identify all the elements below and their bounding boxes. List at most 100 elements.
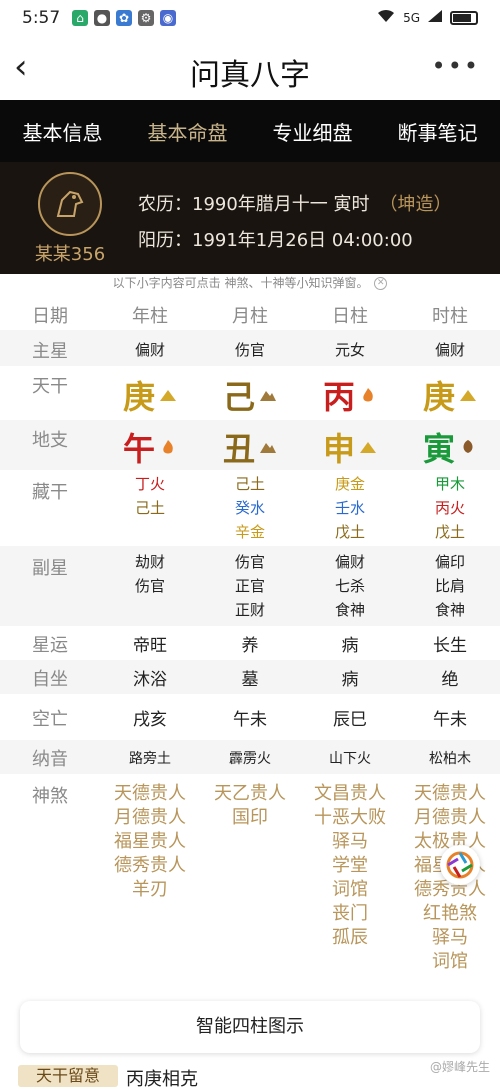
shensha-day: 文昌贵人 十恶大败 驿马 学堂 词馆 丧门 孤辰 <box>300 782 400 950</box>
star-fortune-month[interactable]: 养 <box>200 631 300 656</box>
shensha-item[interactable]: 十恶大败 <box>300 806 400 830</box>
row-label: 神煞 <box>32 786 68 807</box>
lunar-date-text: 农历：1990年腊月十一 寅时 <box>138 194 370 215</box>
signal-label: 5G <box>403 10 420 25</box>
stem-notice-text[interactable]: 丙庚相克 <box>126 1065 198 1091</box>
metal-icon <box>360 442 376 453</box>
col-header-hour: 时柱 <box>432 306 468 327</box>
main-star-day[interactable]: 元女 <box>300 339 400 360</box>
shensha-item[interactable]: 天德贵人 <box>400 782 500 806</box>
tab-basic-info[interactable]: 基本信息 <box>0 117 125 146</box>
sub-star[interactable]: 偏财 <box>300 550 400 574</box>
hidden-stem[interactable]: 庚金 <box>300 472 400 496</box>
nayin-year[interactable]: 路旁土 <box>100 748 200 768</box>
self-seat-day[interactable]: 病 <box>300 665 400 690</box>
sub-star[interactable]: 正财 <box>200 598 300 622</box>
sub-star[interactable]: 劫财 <box>100 550 200 574</box>
star-fortune-hour[interactable]: 长生 <box>400 631 500 656</box>
shensha-item[interactable]: 驿马 <box>400 926 500 950</box>
stem-day[interactable]: 丙 <box>300 372 400 418</box>
stem-char: 己 <box>222 378 255 416</box>
self-seat-month[interactable]: 墓 <box>200 665 300 690</box>
sub-star[interactable]: 比肩 <box>400 574 500 598</box>
smart-pillars-button[interactable]: 智能四柱图示 <box>20 1001 480 1053</box>
stem-hour[interactable]: 庚 <box>400 372 500 418</box>
sub-star[interactable]: 食神 <box>400 598 500 622</box>
branch-day[interactable]: 申 <box>300 424 400 470</box>
main-star-year[interactable]: 偏财 <box>100 339 200 360</box>
void-month[interactable]: 午未 <box>200 705 300 730</box>
hidden-stem[interactable]: 戊土 <box>400 520 500 544</box>
tab-notes[interactable]: 断事笔记 <box>375 117 500 146</box>
self-seat-hour[interactable]: 绝 <box>400 665 500 690</box>
fire-icon <box>163 440 173 454</box>
shensha-item[interactable]: 福星贵人 <box>100 830 200 854</box>
hidden-stems-year: 丁火 己土 <box>100 472 200 520</box>
sub-star[interactable]: 食神 <box>300 598 400 622</box>
hidden-stem[interactable]: 癸水 <box>200 496 300 520</box>
shensha-item[interactable]: 学堂 <box>300 854 400 878</box>
stem-year[interactable]: 庚 <box>100 372 200 418</box>
settings-notification-icon: ⚙ <box>138 10 154 26</box>
solar-date: 阳历：1991年1月26日 04:00:00 <box>138 230 413 251</box>
shensha-item[interactable]: 天乙贵人 <box>200 782 300 806</box>
shensha-item[interactable]: 月德贵人 <box>400 806 500 830</box>
void-hour[interactable]: 午未 <box>400 705 500 730</box>
shensha-item[interactable]: 丧门 <box>300 902 400 926</box>
shensha-item[interactable]: 月德贵人 <box>100 806 200 830</box>
shensha-month: 天乙贵人 国印 <box>200 782 300 830</box>
hidden-stem[interactable]: 丁火 <box>100 472 200 496</box>
void-year[interactable]: 戌亥 <box>100 705 200 730</box>
shensha-item[interactable]: 词馆 <box>300 878 400 902</box>
hidden-stem[interactable]: 辛金 <box>200 520 300 544</box>
nayin-hour[interactable]: 松柏木 <box>400 748 500 768</box>
profile-name: 某某356 <box>34 244 106 265</box>
hidden-stem[interactable]: 己土 <box>100 496 200 520</box>
row-void: 空亡 戌亥 午未 辰巳 午未 <box>0 694 500 740</box>
tab-pro-chart[interactable]: 专业细盘 <box>250 117 375 146</box>
void-day[interactable]: 辰巳 <box>300 705 400 730</box>
avatar[interactable] <box>38 172 102 236</box>
nayin-month[interactable]: 霹雳火 <box>200 748 300 768</box>
shensha-item[interactable]: 德秀贵人 <box>100 854 200 878</box>
metal-icon <box>160 390 176 401</box>
sub-stars-day: 偏财 七杀 食神 <box>300 550 400 622</box>
stem-month[interactable]: 己 <box>200 372 300 418</box>
star-fortune-day[interactable]: 病 <box>300 631 400 656</box>
star-fortune-year[interactable]: 帝旺 <box>100 631 200 656</box>
shensha-item[interactable]: 文昌贵人 <box>300 782 400 806</box>
close-tip-icon[interactable]: ✕ <box>374 277 388 290</box>
stem-notice-bar: 天干留意 丙庚相克 <box>0 1062 500 1090</box>
hidden-stem[interactable]: 丙火 <box>400 496 500 520</box>
main-star-month[interactable]: 伤官 <box>200 339 300 360</box>
notification-icons: ⌂ ● ✿ ⚙ ◉ <box>72 10 176 26</box>
main-star-hour[interactable]: 偏财 <box>400 339 500 360</box>
sub-star[interactable]: 偏印 <box>400 550 500 574</box>
status-bar: 5:57 ⌂ ● ✿ ⚙ ◉ 5G <box>0 0 500 38</box>
nayin-day[interactable]: 山下火 <box>300 748 400 768</box>
sub-star[interactable]: 七杀 <box>300 574 400 598</box>
tab-basic-chart[interactable]: 基本命盘 <box>125 117 250 146</box>
hidden-stem[interactable]: 己土 <box>200 472 300 496</box>
branch-month[interactable]: 丑 <box>200 424 300 470</box>
more-icon[interactable]: ••• <box>432 52 480 80</box>
shensha-item[interactable]: 词馆 <box>400 950 500 974</box>
branch-year[interactable]: 午 <box>100 424 200 470</box>
sub-star[interactable]: 正官 <box>200 574 300 598</box>
self-seat-year[interactable]: 沐浴 <box>100 665 200 690</box>
hidden-stem[interactable]: 甲木 <box>400 472 500 496</box>
sub-star[interactable]: 伤官 <box>100 574 200 598</box>
hidden-stem[interactable]: 戊土 <box>300 520 400 544</box>
branch-hour[interactable]: 寅 <box>400 424 500 470</box>
branch-char: 申 <box>322 430 355 468</box>
floating-shutter-button[interactable] <box>440 845 480 885</box>
shensha-item[interactable]: 天德贵人 <box>100 782 200 806</box>
shensha-item[interactable]: 羊刃 <box>100 878 200 902</box>
shensha-item[interactable]: 红艳煞 <box>400 902 500 926</box>
shensha-item[interactable]: 国印 <box>200 806 300 830</box>
shensha-item[interactable]: 孤辰 <box>300 926 400 950</box>
col-header-year: 年柱 <box>132 306 168 327</box>
shensha-item[interactable]: 驿马 <box>300 830 400 854</box>
sub-star[interactable]: 伤官 <box>200 550 300 574</box>
hidden-stem[interactable]: 壬水 <box>300 496 400 520</box>
